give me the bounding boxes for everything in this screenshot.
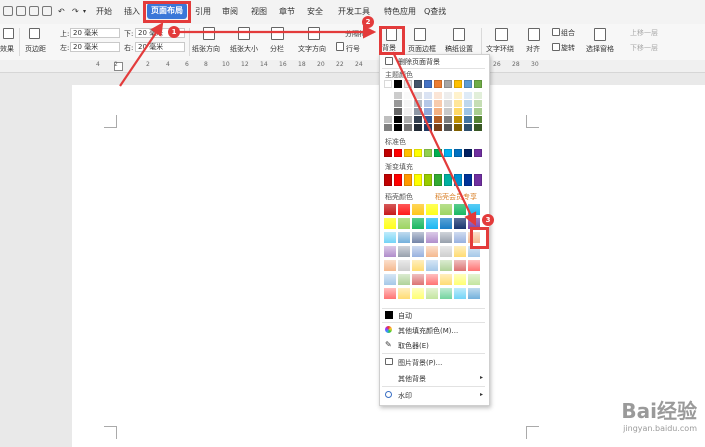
arrow-to-page-layout (119, 22, 164, 87)
baidu-watermark: Bai经验 jingyan.baidu.com (621, 395, 697, 433)
step-badge-2: 2 (362, 16, 374, 28)
step-badge-3: 3 (482, 214, 494, 226)
step-badge-1: 1 (168, 26, 180, 38)
watermark-brand: Bai经验 (621, 399, 697, 423)
watermark-url: jingyan.baidu.com (623, 424, 697, 433)
arrow-to-swatch (392, 51, 477, 226)
annotation-arrows (119, 22, 477, 226)
